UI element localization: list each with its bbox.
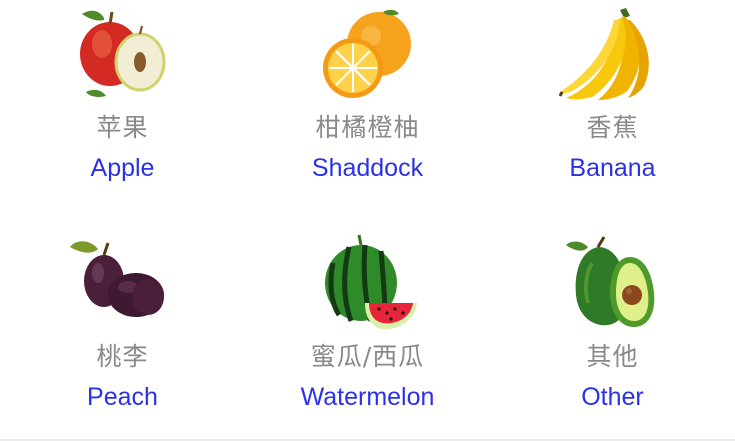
category-banana[interactable]: 香蕉 Banana — [490, 0, 735, 221]
fruit-category-grid: 苹果 Apple 柑橘橙柚 Shaddock 香蕉 Banana 桃李 Peac… — [0, 0, 735, 441]
category-other[interactable]: 其他 Other — [490, 221, 735, 441]
plum-icon — [68, 233, 178, 333]
category-label-en[interactable]: Banana — [569, 152, 655, 184]
category-apple[interactable]: 苹果 Apple — [0, 0, 245, 221]
category-shaddock[interactable]: 柑橘橙柚 Shaddock — [245, 0, 490, 221]
category-label-zh: 桃李 — [96, 341, 149, 371]
category-peach[interactable]: 桃李 Peach — [0, 221, 245, 441]
apple-icon — [68, 4, 178, 104]
avocado-icon — [558, 233, 668, 333]
watermelon-icon — [313, 233, 423, 333]
category-label-en[interactable]: Other — [581, 381, 644, 413]
category-label-zh: 香蕉 — [586, 113, 639, 142]
category-label-zh: 其他 — [586, 341, 639, 371]
category-watermelon[interactable]: 蜜瓜/西瓜 Watermelon — [245, 221, 490, 441]
category-label-en[interactable]: Shaddock — [312, 152, 423, 184]
category-label-en[interactable]: Apple — [91, 152, 155, 184]
category-label-zh: 苹果 — [96, 113, 149, 142]
orange-icon — [313, 4, 423, 104]
category-label-en[interactable]: Peach — [87, 381, 158, 413]
category-label-en[interactable]: Watermelon — [301, 381, 435, 413]
category-label-zh: 柑橘橙柚 — [315, 113, 420, 142]
category-label-zh: 蜜瓜/西瓜 — [310, 341, 425, 371]
banana-icon — [558, 4, 668, 104]
